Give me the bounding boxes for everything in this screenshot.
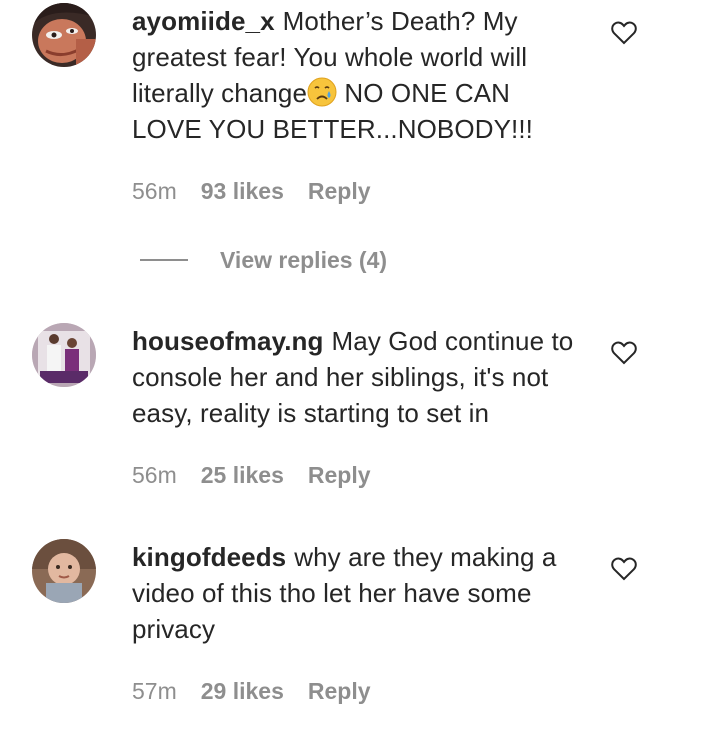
comment-body: ayomiide_x Mother’s Death? My greatest fe… bbox=[132, 3, 582, 147]
heart-outline-icon[interactable] bbox=[611, 21, 637, 45]
reply-button[interactable]: Reply bbox=[308, 177, 371, 205]
comment-likes-count[interactable]: 25 likes bbox=[201, 461, 284, 489]
view-replies-label: View replies (4) bbox=[220, 247, 388, 273]
avatar[interactable] bbox=[32, 3, 96, 67]
crying-face-emoji-icon bbox=[307, 77, 337, 107]
comment-meta: 56m 25 likes Reply bbox=[132, 461, 371, 489]
comment-likes-count[interactable]: 93 likes bbox=[201, 177, 284, 205]
comment-likes-count[interactable]: 29 likes bbox=[201, 677, 284, 705]
comment-username[interactable]: kingofdeeds bbox=[132, 542, 286, 572]
comment-username[interactable]: ayomiide_x bbox=[132, 6, 275, 36]
comment-timestamp: 57m bbox=[132, 678, 177, 704]
avatar[interactable] bbox=[32, 539, 96, 603]
comments-screen: { "comments": [ { "username": "ayomiide_… bbox=[0, 0, 720, 735]
view-replies-button[interactable]: View replies (4) bbox=[140, 246, 387, 274]
reply-button[interactable]: Reply bbox=[308, 461, 371, 489]
comment-meta: 57m 29 likes Reply bbox=[132, 677, 371, 705]
heart-outline-icon[interactable] bbox=[611, 557, 637, 581]
comment-timestamp: 56m bbox=[132, 462, 177, 488]
heart-outline-icon[interactable] bbox=[611, 341, 637, 365]
avatar[interactable] bbox=[32, 323, 96, 387]
comment-body: houseofmay.ng May God continue to console… bbox=[132, 323, 582, 431]
comment-timestamp: 56m bbox=[132, 178, 177, 204]
comment-body: kingofdeeds why are they making a video o… bbox=[132, 539, 582, 647]
reply-button[interactable]: Reply bbox=[308, 677, 371, 705]
replies-divider bbox=[140, 259, 188, 261]
comment-meta: 56m 93 likes Reply bbox=[132, 177, 371, 205]
comment-username[interactable]: houseofmay.ng bbox=[132, 326, 324, 356]
